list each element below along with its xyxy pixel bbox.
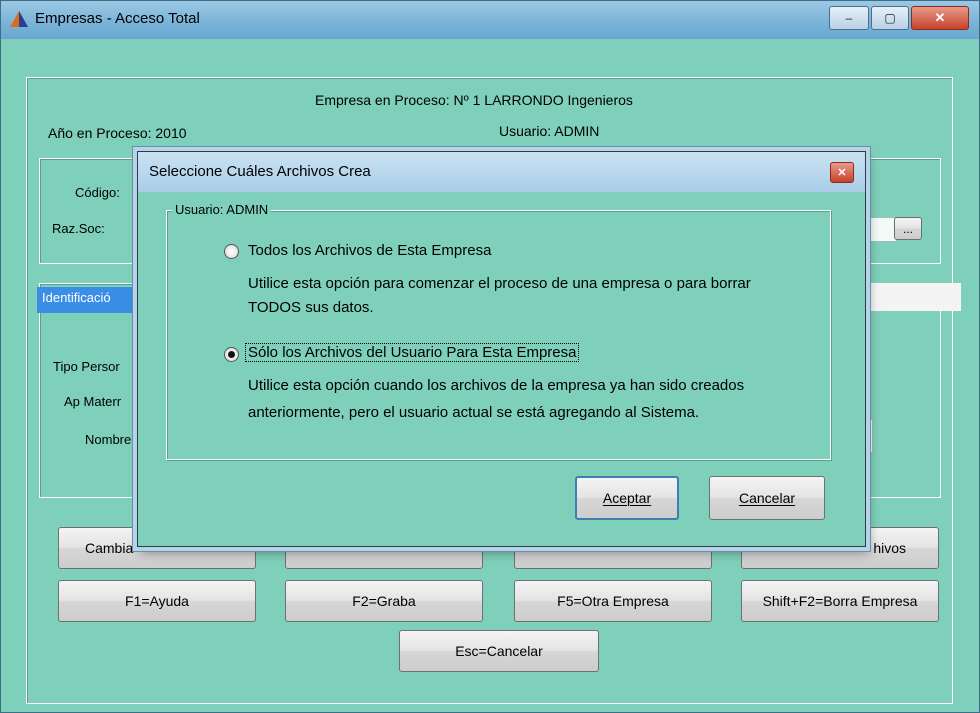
tipo-persona-label: Tipo Persor bbox=[53, 359, 120, 374]
codigo-label: Código: bbox=[75, 185, 120, 200]
option-all-files-desc-1: Utilice esta opción para comenzar el pro… bbox=[248, 275, 751, 292]
dialog-close-button[interactable]: ✕ bbox=[830, 162, 854, 183]
dialog-title: Seleccione Cuáles Archivos Crea bbox=[149, 163, 371, 180]
window-title: Empresas - Acceso Total bbox=[35, 10, 200, 27]
minimize-icon: – bbox=[845, 11, 853, 25]
radio-selected-dot bbox=[228, 351, 235, 358]
f2-graba-button[interactable]: F2=Graba bbox=[285, 580, 483, 622]
accept-label: Aceptar bbox=[602, 490, 652, 506]
maximize-icon: ▢ bbox=[884, 11, 896, 25]
ap-materno-label: Ap Materr bbox=[64, 394, 122, 409]
shift-f2-borra-empresa-button[interactable]: Shift+F2=Borra Empresa bbox=[741, 580, 939, 622]
select-files-dialog: Seleccione Cuáles Archivos Crea ✕ Usuari… bbox=[137, 151, 866, 547]
option-user-files-desc-2: anteriormente, pero el usuario actual se… bbox=[248, 404, 700, 421]
app-icon bbox=[10, 11, 28, 27]
esc-cancelar-button[interactable]: Esc=Cancelar bbox=[399, 630, 599, 672]
browse-button[interactable]: ... bbox=[894, 217, 922, 240]
tab-identificacion[interactable]: Identificació bbox=[37, 287, 147, 313]
cambia-label: Cambia bbox=[85, 540, 134, 556]
nombre-label: Nombre bbox=[85, 432, 132, 447]
option-user-files-label: Sólo los Archivos del Usuario Para Esta … bbox=[245, 343, 580, 362]
f5-otra-empresa-button[interactable]: F5=Otra Empresa bbox=[514, 580, 712, 622]
usuario-label: Usuario: ADMIN bbox=[499, 123, 600, 139]
cancel-button[interactable]: Cancelar bbox=[709, 476, 825, 520]
radio-user-files[interactable] bbox=[224, 347, 239, 362]
close-icon: ✕ bbox=[934, 10, 946, 25]
group-legend: Usuario: ADMIN bbox=[172, 202, 272, 217]
f1-ayuda-button[interactable]: F1=Ayuda bbox=[58, 580, 256, 622]
dialog-titlebar[interactable]: Seleccione Cuáles Archivos Crea ✕ bbox=[138, 152, 865, 192]
close-icon: ✕ bbox=[837, 167, 847, 179]
accept-button[interactable]: Aceptar bbox=[575, 476, 679, 520]
archivos-label: hivos bbox=[873, 540, 906, 556]
main-window: Empresas - Acceso Total – ▢ ✕ Empresa en… bbox=[0, 0, 980, 713]
cancel-label: Cancelar bbox=[738, 490, 796, 506]
option-all-files-label: Todos los Archivos de Esta Empresa bbox=[248, 242, 492, 259]
option-user-files-desc-1: Utilice esta opción cuando los archivos … bbox=[248, 377, 745, 394]
razsoc-label: Raz.Soc: bbox=[52, 221, 105, 236]
option-user-files-text: Sólo los Archivos del Usuario Para Esta … bbox=[245, 343, 580, 362]
minimize-button[interactable]: – bbox=[829, 6, 869, 30]
window-titlebar[interactable]: Empresas - Acceso Total – ▢ ✕ bbox=[1, 1, 979, 39]
close-button[interactable]: ✕ bbox=[911, 6, 969, 30]
maximize-button[interactable]: ▢ bbox=[871, 6, 909, 30]
razsoc-field[interactable] bbox=[867, 217, 897, 242]
radio-all-files[interactable] bbox=[224, 244, 239, 259]
anio-en-proceso: Año en Proceso: 2010 bbox=[48, 125, 187, 141]
tab-strip bbox=[857, 283, 961, 311]
option-all-files-desc-2: TODOS sus datos. bbox=[248, 299, 374, 316]
empresa-en-proceso: Empresa en Proceso: Nº 1 LARRONDO Ingeni… bbox=[315, 92, 633, 108]
